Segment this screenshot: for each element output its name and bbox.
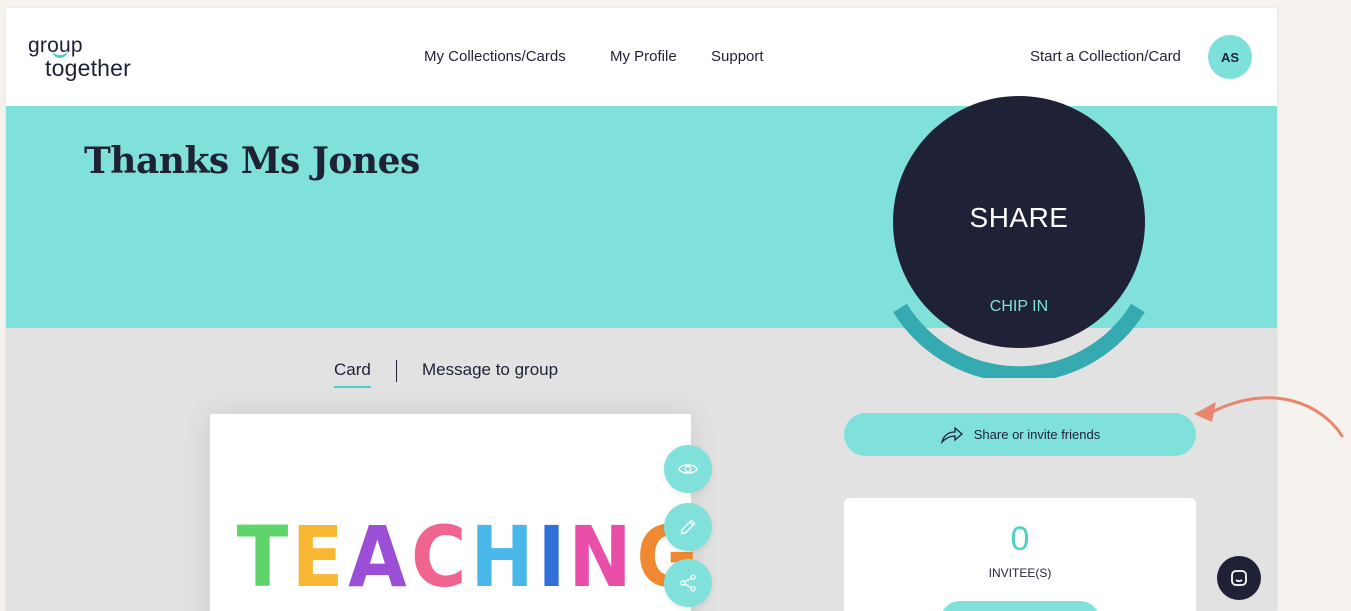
headline-letter: T [236,508,289,606]
card-headline-teaching: TEACHING [234,508,700,606]
nav-my-profile[interactable]: My Profile [610,48,677,65]
tab-divider [396,360,397,382]
share-or-invite-label: Share or invite friends [973,427,1101,442]
invitee-count: 0 [1010,520,1030,558]
top-navigation: group together My Collections/Cards My P… [6,8,1277,106]
headline-letter: N [568,508,631,606]
preview-button[interactable] [664,445,712,493]
logo-word-together: together [45,55,131,81]
invitees-panel-button[interactable] [940,601,1100,611]
edit-button[interactable] [664,503,712,551]
share-or-invite-button[interactable]: Share or invite friends [844,413,1196,456]
pencil-icon [680,519,696,535]
tab-message-to-group[interactable]: Message to group [422,360,558,380]
annotation-arrow [1194,396,1344,438]
nav-support[interactable]: Support [711,48,764,65]
chat-icon [1231,570,1247,586]
headline-letter: E [292,508,344,606]
group-together-logo[interactable]: group together [28,34,168,84]
page-title: Thanks Ms Jones [84,140,420,182]
card-preview[interactable]: TEACHING [210,414,699,611]
headline-letter: H [470,508,534,606]
share-arrow-icon [940,426,963,444]
user-avatar[interactable]: AS [1208,35,1252,79]
share-icon [680,574,696,592]
headline-letter: A [347,508,407,606]
headline-letter: I [537,508,565,606]
start-collection-link[interactable]: Start a Collection/Card [1030,48,1181,65]
tab-card[interactable]: Card [334,360,371,388]
chip-in-link[interactable]: CHIP IN [893,298,1145,316]
share-card-button[interactable] [664,559,712,607]
eye-icon [678,464,698,474]
invitee-count-label: INVITEE(S) [988,566,1052,580]
invitees-panel: 0 INVITEE(S) [844,498,1196,611]
chat-launcher-button[interactable] [1217,556,1261,600]
share-label[interactable]: SHARE [893,202,1145,234]
nav-my-collections[interactable]: My Collections/Cards [424,48,566,65]
headline-letter: C [410,508,466,606]
app-window: group together My Collections/Cards My P… [6,8,1277,611]
